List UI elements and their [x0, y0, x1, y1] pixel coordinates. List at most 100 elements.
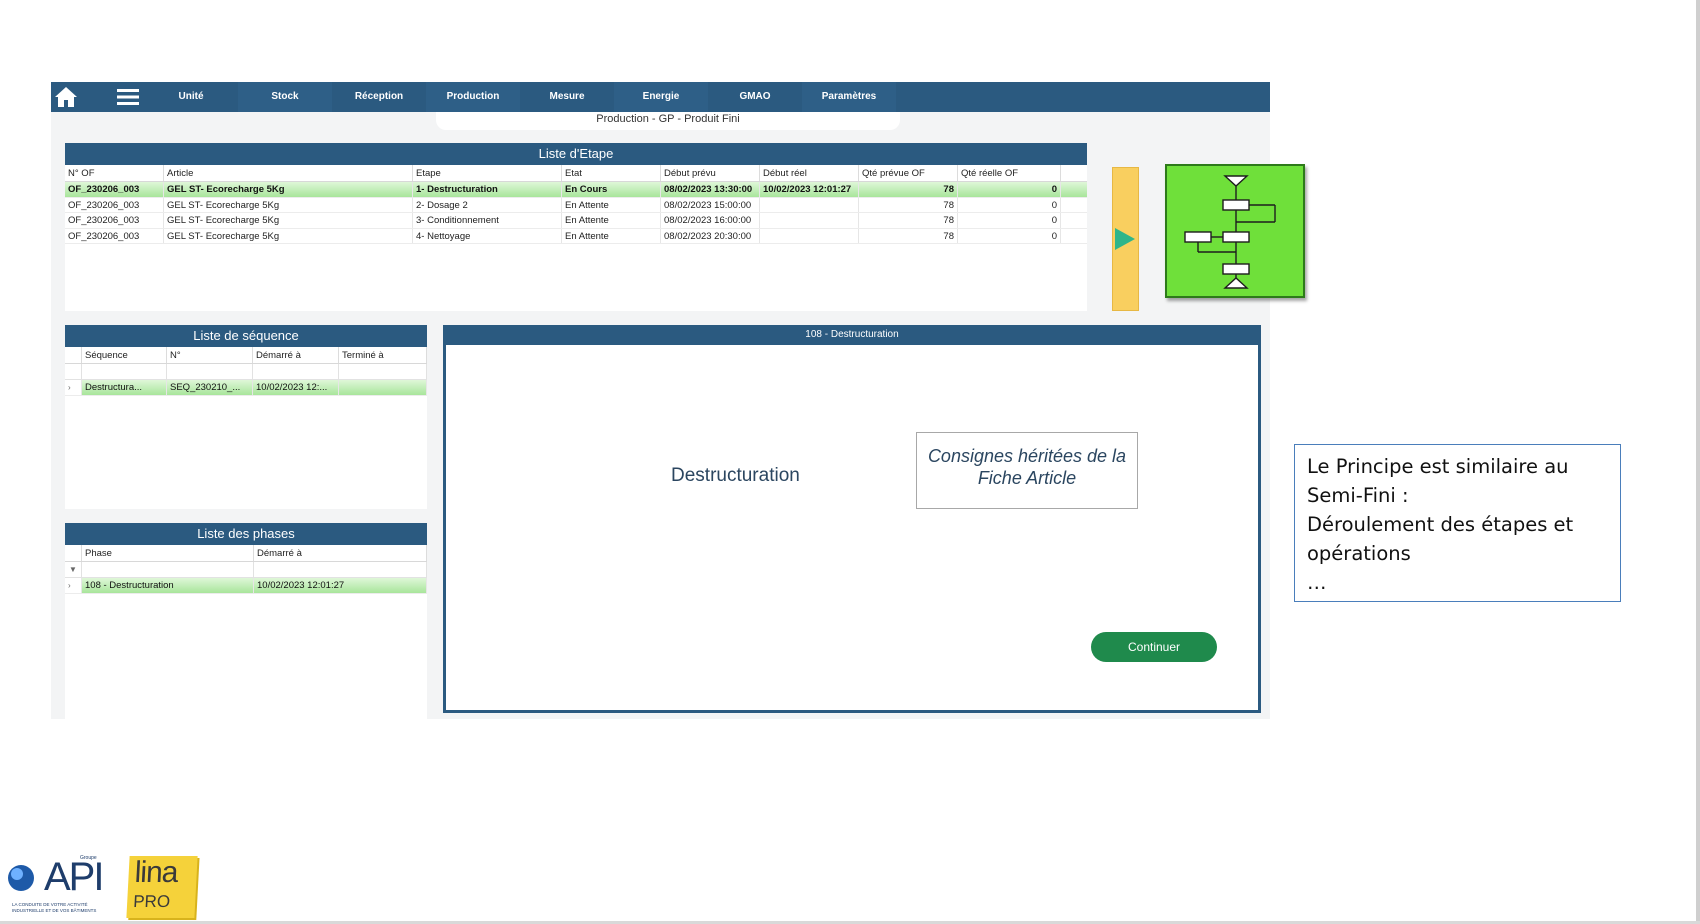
- menu-button[interactable]: [113, 82, 143, 112]
- home-button[interactable]: [51, 82, 81, 112]
- phase-filter-row[interactable]: ▼: [65, 562, 427, 578]
- col-header-etape[interactable]: Etape: [413, 165, 562, 181]
- phase-list-panel: Liste des phases Phase Démarré à ▼ › 108…: [65, 523, 427, 719]
- col-header-phase[interactable]: Phase: [82, 545, 254, 561]
- cell-article: GEL ST- Ecorecharge 5Kg: [164, 182, 413, 197]
- api-logo-text: API: [44, 855, 105, 899]
- cell-etape: 4- Nettoyage: [413, 228, 562, 243]
- lina-pro-text: PRO: [132, 892, 171, 911]
- sequence-filter-row[interactable]: [65, 364, 427, 380]
- etape-row[interactable]: OF_230206_003 GEL ST- Ecorecharge 5Kg 3-…: [65, 213, 1087, 229]
- play-arrow-icon[interactable]: [1115, 228, 1135, 250]
- cell-qte-prevue: 78: [859, 213, 958, 228]
- cell-article: GEL ST- Ecorecharge 5Kg: [164, 197, 413, 212]
- cell-of: OF_230206_003: [65, 228, 164, 243]
- cell-qte-reelle: 0: [958, 228, 1061, 243]
- etape-list-panel: Liste d'Etape N° OF Article Etape Etat D…: [65, 143, 1087, 311]
- col-header-article[interactable]: Article: [164, 165, 413, 181]
- cell-debut-reel: [760, 197, 859, 212]
- nav-item-stock[interactable]: Stock: [238, 82, 332, 112]
- cell-debut-reel: [760, 228, 859, 243]
- cell-debut-prevu: 08/02/2023 15:00:00: [661, 197, 760, 212]
- cell-etat: En Cours: [562, 182, 661, 197]
- slide: Unité Stock Réception Production Mesure …: [0, 0, 1700, 924]
- explanation-text-box: Le Principe est similaire au Semi-Fini :…: [1294, 444, 1621, 602]
- continue-button[interactable]: Continuer: [1091, 632, 1217, 662]
- cell-demarre: 10/02/2023 12:...: [253, 380, 339, 395]
- etape-row-active[interactable]: OF_230206_003 GEL ST- Ecorecharge 5Kg 1-…: [65, 182, 1087, 198]
- col-header-demarre[interactable]: Démarré à: [254, 545, 427, 561]
- phase-detail-panel: 108 - Destructuration Destructuration Co…: [443, 325, 1261, 713]
- col-header-qte-prevue[interactable]: Qté prévue OF: [859, 165, 958, 181]
- mes-application-window: Unité Stock Réception Production Mesure …: [51, 82, 1305, 719]
- cell-numero: SEQ_230210_...: [167, 380, 253, 395]
- sequence-list-panel: Liste de séquence Séquence N° Démarré à …: [65, 325, 427, 509]
- etape-grid-header: N° OF Article Etape Etat Début prévu Déb…: [65, 165, 1087, 182]
- col-header-numero[interactable]: N°: [167, 347, 253, 363]
- col-header-qte-reelle[interactable]: Qté réelle OF: [958, 165, 1061, 181]
- api-tagline: LA CONDUITE DE VOTRE ACTIVITÉ: [12, 902, 88, 907]
- col-header-sequence[interactable]: Séquence: [82, 347, 167, 363]
- cell-article: GEL ST- Ecorecharge 5Kg: [164, 213, 413, 228]
- cell-qte-reelle: 0: [958, 213, 1061, 228]
- row-indicator-header: [65, 545, 82, 561]
- api-globe-icon: [8, 865, 34, 891]
- sequence-grid-header: Séquence N° Démarré à Terminé à: [65, 347, 427, 364]
- expand-chevron-icon[interactable]: ›: [65, 380, 82, 395]
- info-line: Déroulement des étapes et: [1307, 513, 1574, 536]
- etape-row[interactable]: OF_230206_003 GEL ST- Ecorecharge 5Kg 2-…: [65, 197, 1087, 213]
- col-header-of[interactable]: N° OF: [65, 165, 164, 181]
- hamburger-menu-icon: [117, 89, 139, 105]
- consignes-box: Consignes héritées de la Fiche Article: [916, 432, 1138, 509]
- api-group-logo: Groupe API LA CONDUITE DE VOTRE ACTIVITÉ…: [4, 855, 122, 917]
- cell-debut-prevu: 08/02/2023 13:30:00: [661, 182, 760, 197]
- flowchart-icon: [1184, 175, 1276, 289]
- step-name-label: Destructuration: [671, 465, 800, 486]
- cell-of: OF_230206_003: [65, 213, 164, 228]
- cell-qte-reelle: 0: [958, 182, 1061, 197]
- cell-sequence: Destructura...: [82, 380, 167, 395]
- cell-debut-reel: 10/02/2023 12:01:27: [760, 182, 859, 197]
- phase-row[interactable]: › 108 - Destructuration 10/02/2023 12:01…: [65, 578, 427, 594]
- nav-item-parametres[interactable]: Paramètres: [802, 82, 896, 112]
- lina-logo-text: lina: [133, 856, 179, 889]
- nav-item-mesure[interactable]: Mesure: [520, 82, 614, 112]
- cell-debut-prevu: 08/02/2023 16:00:00: [661, 213, 760, 228]
- cell-qte-prevue: 78: [859, 182, 958, 197]
- cell-qte-prevue: 78: [859, 197, 958, 212]
- filter-icon[interactable]: ▼: [65, 562, 82, 577]
- expand-chevron-icon[interactable]: ›: [65, 578, 82, 593]
- col-header-debut-prevu[interactable]: Début prévu: [661, 165, 760, 181]
- info-line: opérations: [1307, 542, 1411, 565]
- col-header-termine[interactable]: Terminé à: [339, 347, 427, 363]
- cell-debut-reel: [760, 213, 859, 228]
- nav-item-production[interactable]: Production: [426, 82, 520, 112]
- page-subtitle: Production - GP - Produit Fini: [436, 112, 900, 130]
- cell-qte-prevue: 78: [859, 228, 958, 243]
- col-header-demarre[interactable]: Démarré à: [253, 347, 339, 363]
- nav-item-unite[interactable]: Unité: [144, 82, 238, 112]
- cell-etat: En Attente: [562, 197, 661, 212]
- info-line: Le Principe est similaire au: [1307, 455, 1569, 478]
- nav-item-gmao[interactable]: GMAO: [708, 82, 802, 112]
- info-line: …: [1307, 571, 1327, 594]
- flowchart-tile-button[interactable]: [1165, 164, 1305, 298]
- col-header-debut-reel[interactable]: Début réel: [760, 165, 859, 181]
- sequence-row[interactable]: › Destructura... SEQ_230210_... 10/02/20…: [65, 380, 427, 396]
- home-icon: [55, 87, 77, 107]
- cell-etape: 3- Conditionnement: [413, 213, 562, 228]
- col-header-etat[interactable]: Etat: [562, 165, 661, 181]
- cell-of: OF_230206_003: [65, 197, 164, 212]
- lina-pro-logo: lina PRO: [126, 856, 198, 918]
- nav-item-reception[interactable]: Réception: [332, 82, 426, 112]
- etape-row[interactable]: OF_230206_003 GEL ST- Ecorecharge 5Kg 4-…: [65, 228, 1087, 244]
- cell-article: GEL ST- Ecorecharge 5Kg: [164, 228, 413, 243]
- cell-etape: 1- Destructuration: [413, 182, 562, 197]
- phase-list-title: Liste des phases: [65, 523, 427, 545]
- nav-item-energie[interactable]: Energie: [614, 82, 708, 112]
- slide-edge-scrollbar: [1696, 0, 1700, 924]
- cell-demarre: 10/02/2023 12:01:27: [254, 578, 427, 593]
- cell-termine: [339, 380, 427, 395]
- cell-etat: En Attente: [562, 213, 661, 228]
- phase-grid-header: Phase Démarré à: [65, 545, 427, 562]
